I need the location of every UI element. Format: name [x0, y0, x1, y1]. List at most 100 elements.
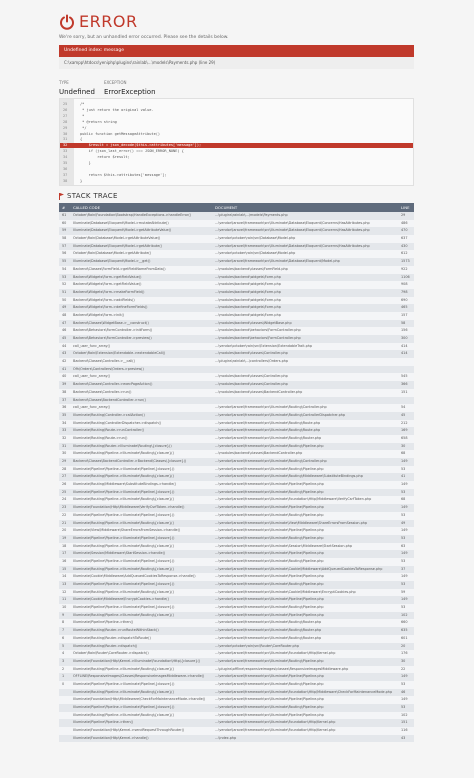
row-called-code: Illuminate\Pipeline\Pipeline->Illuminate…: [73, 705, 175, 709]
row-line: 430: [401, 243, 408, 248]
table-row: 27 Illuminate\Routing\Pipeline->Illuminat…: [59, 473, 414, 482]
table-row: 23 Illuminate\Foundation\Http\Middleware\…: [59, 504, 414, 512]
line-number: 33: [63, 149, 68, 154]
row-line: 151: [401, 389, 408, 394]
row-document: ...\vendor\laravel\framework\src\Illumin…: [215, 574, 324, 579]
row-document: ...\vendor\october\rain\src\Router\CoreR…: [215, 643, 299, 648]
row-called-code: Illuminate\Pipeline\Pipeline->then(): [73, 620, 134, 625]
title-text: ERROR: [79, 12, 138, 31]
row-called-code: Illuminate\Routing\Router->dispatch(): [73, 643, 138, 648]
row-line: 149: [401, 674, 408, 679]
line-number: 29: [63, 125, 68, 130]
row-line: 149: [401, 551, 408, 556]
row-document: ...\vendor\laravel\framework\src\Illumin…: [215, 428, 321, 433]
row-num: 20: [62, 528, 67, 533]
row-document: ...\vendor\laravel\framework\src\Illumin…: [215, 705, 324, 709]
code-text: return $result;: [80, 155, 130, 160]
row-line: 46: [401, 689, 406, 694]
table-row: 1 OFFLINE\ResponsiveImages\Classes\Respon…: [59, 673, 414, 681]
row-num: 45: [62, 336, 67, 340]
row-called-code: Illuminate\Routing\Route->run(): [73, 435, 128, 440]
row-num: 50: [62, 297, 67, 302]
flag-icon: [59, 192, 64, 200]
table-row: 12 Illuminate\Routing\Pipeline->Illuminat…: [59, 588, 414, 597]
row-document: ...\modules\backend\behaviors\FormContro…: [215, 336, 301, 340]
col-num: #: [62, 205, 66, 210]
table-row: 57 Illuminate\Database\Eloquent\Model->ge…: [59, 242, 414, 251]
row-num: 42: [62, 359, 67, 364]
table-row: 44 call_user_func_array() ...\vendor\octob…: [59, 342, 414, 351]
row-line: 156: [401, 328, 408, 333]
row-num: 38: [62, 389, 67, 394]
table-row: 19 Illuminate\Pipeline\Pipeline->Illumina…: [59, 534, 414, 543]
code-line: 36: [60, 167, 413, 172]
line-number: 32: [63, 143, 68, 148]
row-document: ...\vendor\laravel\framework\src\Illumin…: [215, 482, 324, 487]
row-num: 34: [62, 420, 67, 425]
row-called-code: Illuminate\Routing\Router->Illuminate\Ro…: [73, 443, 172, 448]
row-num: 40: [62, 374, 67, 379]
table-row: 55 Illuminate\Database\Eloquent\Model->__…: [59, 258, 414, 266]
row-num: 52: [62, 282, 67, 287]
row-line: 414: [401, 351, 408, 356]
table-row: 22 Illuminate\Pipeline\Pipeline->Illumina…: [59, 511, 414, 520]
exception-label: EXCEPTION: [104, 80, 127, 85]
row-called-code: Backend\Classes\BackendController->run(): [73, 397, 146, 402]
code-text: */: [80, 125, 87, 130]
row-line: 116: [401, 728, 408, 733]
row-num: 46: [62, 328, 67, 333]
table-row: 53 Backend\Widgets\Form->getFieldValue().…: [59, 273, 414, 282]
table-row: 4 October\Rain\Router\CoreRouter->dispatc…: [59, 650, 414, 658]
table-row: 33 Illuminate\Routing\Route->runControlle…: [59, 427, 414, 435]
code-text: $result = json_decode($this->attributes[…: [80, 143, 202, 148]
row-called-code: October\Rain\Router\CoreRouter->dispatch…: [73, 651, 149, 656]
row-num: 61: [62, 213, 67, 217]
table-row: 41 Ofh\Orders\Controllers\Orders->preview…: [59, 365, 414, 374]
row-document: ...\modules\backend\widgets\Form.php: [215, 274, 281, 279]
row-document: ...\vendor\laravel\framework\src\Illumin…: [215, 405, 327, 410]
code-line: 37 return $this->attributes['message'];: [60, 173, 413, 178]
row-document: ...\vendor\laravel\framework\src\Illumin…: [215, 728, 336, 733]
row-line: 53: [401, 605, 406, 610]
table-row: 50 Backend\Widgets\Form->addFields() ...\m…: [59, 296, 414, 305]
row-num: 49: [62, 305, 67, 310]
code-line: 31 {: [60, 137, 413, 142]
table-row: 18 Illuminate\Routing\Pipeline->Illuminat…: [59, 542, 414, 551]
row-line: 68: [401, 497, 406, 502]
table-row: 34 Illuminate\Routing\ControllerDispatche…: [59, 419, 414, 428]
row-called-code: Backend\Classes\BackendController->Backe…: [73, 459, 187, 463]
table-row: 58 October\Rain\Database\Model->getAttrib…: [59, 235, 414, 243]
row-document: ...\vendor\laravel\framework\src\Illumin…: [215, 512, 324, 517]
row-document: ...\modules\backend\classes\Controller.p…: [215, 382, 288, 387]
row-called-code: Backend\Classes\Controller->__call(): [73, 359, 135, 364]
table-row: 10 Illuminate\Pipeline\Pipeline->Illumina…: [59, 604, 414, 612]
row-num: 22: [62, 512, 67, 517]
table-row: 38 Backend\Classes\Controller->run() ...\m…: [59, 388, 414, 397]
row-called-code: Backend\Classes\Controller->execPageActi…: [73, 382, 153, 387]
row-line: 29: [401, 213, 406, 217]
code-line: 28 * @return string: [60, 120, 413, 125]
table-row: 28 Illuminate\Pipeline\Pipeline->Illumina…: [59, 465, 414, 474]
row-called-code: October\Rain\Extension\Extendable->exten…: [73, 351, 166, 356]
table-row: 17 Illuminate\Session\Middleware\StartSes…: [59, 550, 414, 558]
row-document: ...\modules\backend\widgets\Form.php: [215, 282, 281, 287]
row-num: 10: [62, 605, 67, 610]
row-line: 37: [401, 566, 406, 571]
row-line: 922: [401, 266, 408, 271]
row-document: ...\vendor\laravel\framework\src\Illumin…: [215, 635, 322, 640]
row-num: 60: [62, 220, 67, 225]
row-document: ...\vendor\laravel\framework\src\Illumin…: [215, 520, 368, 525]
page-title: ERROR: [59, 12, 138, 31]
row-document: ...\vendor\laravel\framework\src\Illumin…: [215, 582, 324, 586]
row-document: ...\vendor\laravel\framework\src\Illumin…: [215, 466, 324, 471]
row-line: 68: [401, 451, 406, 456]
row-called-code: Illuminate\Pipeline\Pipeline->Illuminate…: [73, 489, 175, 494]
row-called-code: Backend\Classes\Controller->run(): [73, 389, 132, 394]
row-document: ...\modules\backend\classes\WidgetBase.p…: [215, 320, 292, 325]
row-line: 53: [401, 681, 406, 686]
row-num: 5: [62, 643, 65, 648]
table-row: 51 Backend\Widgets\Form->makeFormField().…: [59, 288, 414, 297]
table-row: 59 Illuminate\Database\Eloquent\Model->ge…: [59, 227, 414, 236]
row-called-code: Illuminate\Foundation\Http\Kernel->handl…: [73, 735, 149, 740]
row-line: 366: [401, 382, 408, 387]
